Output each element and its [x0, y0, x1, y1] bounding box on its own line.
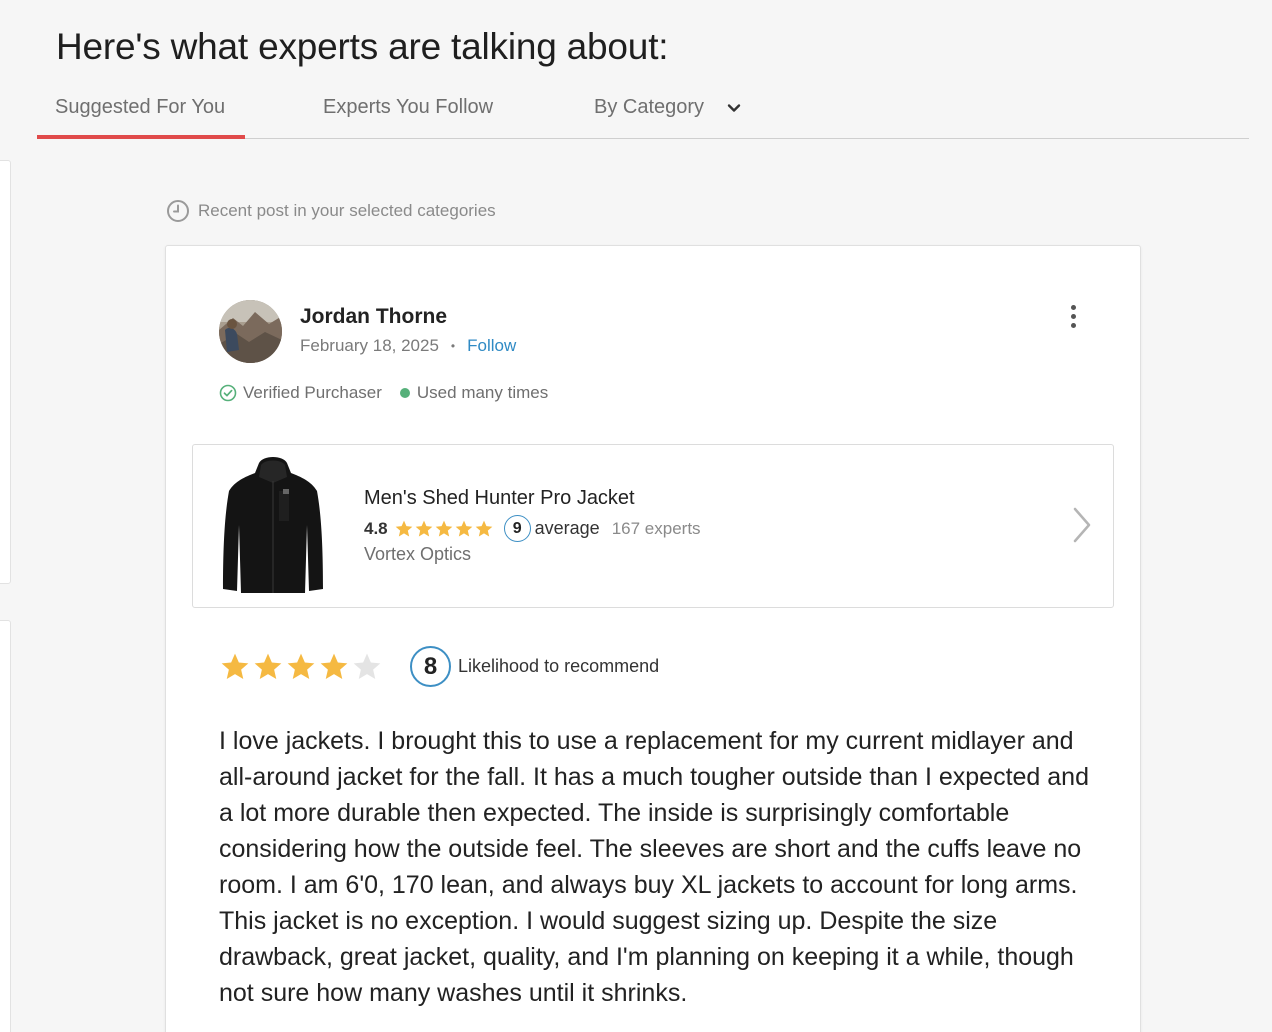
expert-score-badge: 9	[503, 515, 531, 542]
post-date: February 18, 2025	[300, 336, 439, 355]
product-name[interactable]: Men's Shed Hunter Pro Jacket	[364, 487, 635, 510]
review-stars	[219, 651, 384, 683]
avatar[interactable]	[219, 300, 282, 363]
review-rating-row: 8 Likelihood to recommend	[219, 646, 659, 687]
tab-by-category-label: By Category	[594, 96, 705, 118]
previous-card-edge	[0, 620, 11, 1032]
product-rating-row: 4.8 9 average 167 experts	[364, 515, 701, 542]
clock-icon	[167, 200, 189, 222]
product-stars	[394, 519, 494, 539]
previous-card-edge	[0, 160, 11, 584]
tab-by-category[interactable]: By Category	[594, 96, 742, 119]
product-card[interactable]: Men's Shed Hunter Pro Jacket 4.8 9 avera…	[192, 444, 1114, 608]
meta-separator: •	[450, 339, 456, 353]
recommend-score-badge: 8	[410, 646, 451, 687]
badges-row: Verified Purchaser Used many times	[219, 383, 548, 403]
star-filled-icon	[287, 653, 315, 679]
recent-post-text: Recent post in your selected categories	[198, 201, 496, 220]
usage-badge: Used many times	[416, 383, 549, 402]
usage-dot-icon	[399, 388, 410, 398]
tab-suggested-for-you[interactable]: Suggested For You	[55, 96, 225, 119]
verified-purchaser-badge: Verified Purchaser	[243, 383, 382, 402]
star-filled-icon	[435, 520, 452, 536]
jacket-product-image	[223, 457, 323, 593]
chevron-down-icon	[727, 103, 741, 112]
star-filled-icon	[475, 520, 492, 536]
review-text: I love jackets. I brought this to use a …	[219, 727, 1089, 1007]
page-title: Here's what experts are talking about:	[56, 26, 669, 67]
tab-bar: Suggested For You Experts You Follow By …	[37, 88, 1249, 139]
review-card: Jordan Thorne February 18, 2025 • Follow…	[165, 245, 1141, 1032]
author-name[interactable]: Jordan Thorne	[300, 305, 447, 329]
post-meta: February 18, 2025 • Follow	[300, 336, 516, 356]
star-filled-icon	[320, 653, 348, 679]
tab-experts-you-follow[interactable]: Experts You Follow	[323, 96, 493, 119]
star-filled-icon	[455, 520, 472, 536]
follow-link[interactable]: Follow	[467, 336, 516, 356]
product-rating-value: 4.8	[364, 518, 388, 538]
recommend-label: Likelihood to recommend	[458, 656, 660, 676]
star-empty-icon	[353, 653, 381, 679]
more-options-icon[interactable]	[1062, 301, 1084, 333]
expert-score-label: average	[534, 518, 600, 538]
active-tab-underline	[37, 135, 245, 139]
verified-check-icon	[219, 384, 237, 402]
recent-post-note: Recent post in your selected categories	[166, 199, 496, 223]
star-filled-icon	[415, 520, 432, 536]
star-filled-icon	[254, 653, 282, 679]
chevron-right-icon[interactable]	[1069, 505, 1093, 545]
avatar-photo	[219, 300, 282, 363]
star-filled-icon	[395, 520, 412, 536]
expert-count: 167 experts	[611, 518, 701, 538]
star-filled-icon	[221, 653, 249, 679]
product-brand[interactable]: Vortex Optics	[364, 544, 471, 565]
